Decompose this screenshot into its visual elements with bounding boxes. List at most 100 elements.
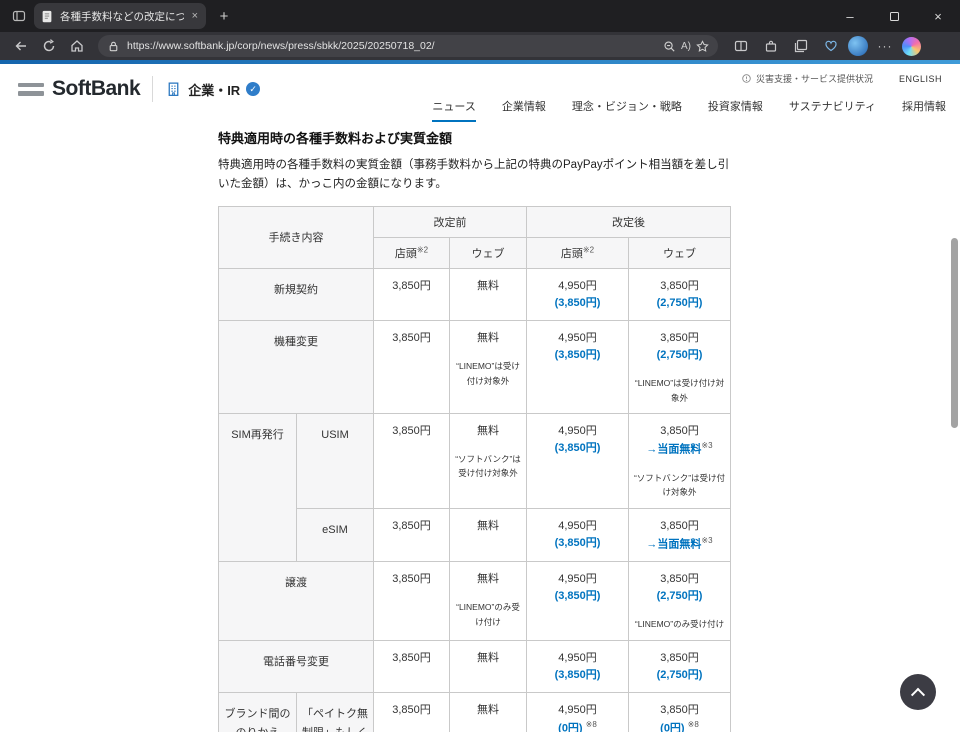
essentials-icon[interactable]: [818, 34, 844, 58]
disaster-support-label: 災害支援・サービス提供状況: [756, 72, 873, 85]
fee-cell: 無料“LINEMO”のみ受け付け: [450, 562, 527, 641]
col-header-store: 店頭※2: [527, 237, 629, 268]
fee-cell: 無料: [450, 508, 527, 562]
table-row: SIM再発行 USIM 3,850円 無料“ソフトバンク”は受け付け対象外 4,…: [219, 414, 731, 509]
table-row: ブランド間ののりかえ※4 「ペイトク無制限」もしくは「ペイトク50」 3,850…: [219, 693, 731, 732]
row-header: 譲渡: [219, 562, 374, 641]
fee-cell: 3,850円(2,750円): [629, 268, 731, 320]
new-tab-button[interactable]: +: [212, 4, 236, 28]
fee-cell: 無料: [450, 693, 527, 732]
page-favicon-icon: [40, 9, 54, 24]
copilot-icon[interactable]: [902, 37, 921, 56]
chevron-up-icon: [911, 688, 925, 702]
fee-cell: 3,850円: [374, 414, 450, 509]
fee-cell: 3,850円: [374, 640, 450, 692]
fee-cell: 3,850円→当面無料※3“ソフトバンク”は受け付け対象外: [629, 414, 731, 509]
col-header-before: 改定前: [374, 206, 527, 237]
col-header-web: ウェブ: [450, 237, 527, 268]
more-menu-button[interactable]: ···: [872, 39, 898, 53]
fee-cell: 3,850円: [374, 321, 450, 414]
corporate-section-label: 企業・IR: [188, 80, 240, 99]
fees-table: 手続き内容 改定前 改定後 店頭※2 ウェブ 店頭※2 ウェブ 新規契約 3,8…: [218, 206, 731, 732]
row-header: ブランド間ののりかえ※4: [219, 693, 297, 732]
fee-cell: 無料: [450, 640, 527, 692]
tab-actions-icon[interactable]: [8, 5, 30, 27]
close-button[interactable]: ×: [916, 0, 960, 32]
disaster-support-link[interactable]: 災害支援・サービス提供状況: [741, 72, 873, 85]
table-row: 譲渡 3,850円 無料“LINEMO”のみ受け付け 4,950円(3,850円…: [219, 562, 731, 641]
row-subheader: USIM: [297, 414, 374, 509]
table-row: 機種変更 3,850円 無料“LINEMO”は受け付け対象外 4,950円(3,…: [219, 321, 731, 414]
section-body: 特典適用時の各種手数料の実質金額（事務手数料から上記の特典のPayPayポイント…: [218, 156, 730, 194]
fee-cell: 3,850円(2,750円)“LINEMO”は受け付け対象外: [629, 321, 731, 414]
article-content: 特典適用時の各種手数料および実質金額 特典適用時の各種手数料の実質金額（事務手数…: [218, 128, 730, 732]
address-bar[interactable]: https://www.softbank.jp/corp/news/press/…: [98, 35, 718, 57]
fee-cell: 3,850円(2,750円): [629, 640, 731, 692]
collections-icon[interactable]: [788, 34, 814, 58]
fee-cell: 3,850円: [374, 562, 450, 641]
site-header: SoftBank 企業・IR ✓ 災害支援・サービス提供状況 ENGLISH ニ…: [0, 64, 960, 116]
scroll-to-top-button[interactable]: [900, 674, 936, 710]
english-link[interactable]: ENGLISH: [899, 74, 942, 84]
table-row: 新規契約 3,850円 無料 4,950円(3,850円) 3,850円(2,7…: [219, 268, 731, 320]
row-subheader: eSIM: [297, 508, 374, 562]
split-screen-icon[interactable]: [728, 34, 754, 58]
zoom-icon[interactable]: [662, 39, 677, 54]
col-header-store: 店頭※2: [374, 237, 450, 268]
fee-cell: 4,950円(3,850円): [527, 268, 629, 320]
row-header: SIM再発行: [219, 414, 297, 562]
nav-recruit[interactable]: 採用情報: [902, 98, 946, 122]
maximize-icon: [890, 12, 899, 21]
nav-company-info[interactable]: 企業情報: [502, 98, 546, 122]
fee-cell: 無料“LINEMO”は受け付け対象外: [450, 321, 527, 414]
header-divider: [152, 76, 153, 102]
col-header-after: 改定後: [527, 206, 731, 237]
title-bar: 各種手数料などの改定について | 企 × + – ×: [0, 0, 960, 32]
section-heading: 特典適用時の各種手数料および実質金額: [218, 128, 730, 147]
building-icon: [165, 81, 182, 98]
back-button[interactable]: [8, 34, 34, 58]
nav-investor-relations[interactable]: 投資家情報: [708, 98, 763, 122]
fee-cell: 3,850円(0円) ※8: [629, 693, 731, 732]
fee-cell: 3,850円: [374, 693, 450, 732]
row-header: 電話番号変更: [219, 640, 374, 692]
fee-cell: 4,950円(0円) ※8: [527, 693, 629, 732]
fee-cell: 無料“ソフトバンク”は受け付け対象外: [450, 414, 527, 509]
profile-avatar[interactable]: [848, 36, 868, 56]
softbank-logo[interactable]: SoftBank: [52, 77, 140, 101]
row-header: 機種変更: [219, 321, 374, 414]
support-icon: [741, 73, 752, 84]
nav-sustainability[interactable]: サステナビリティ: [789, 98, 876, 122]
web-page: SoftBank 企業・IR ✓ 災害支援・サービス提供状況 ENGLISH ニ…: [0, 60, 960, 732]
tab-title: 各種手数料などの改定について | 企: [60, 9, 184, 24]
extensions-icon[interactable]: [758, 34, 784, 58]
fee-cell: 3,850円: [374, 268, 450, 320]
col-header-procedure: 手続き内容: [219, 206, 374, 268]
site-security-lock-icon[interactable]: [106, 39, 121, 54]
fee-cell: 3,850円(2,750円)“LINEMO”のみ受け付け: [629, 562, 731, 641]
softbank-logo-icon: [18, 83, 44, 96]
browser-tab[interactable]: 各種手数料などの改定について | 企 ×: [34, 3, 206, 29]
home-button[interactable]: [64, 34, 90, 58]
refresh-button[interactable]: [36, 34, 62, 58]
fee-cell: 3,850円: [374, 508, 450, 562]
scrollbar-thumb[interactable]: [951, 238, 958, 428]
maximize-button[interactable]: [872, 0, 916, 32]
nav-news[interactable]: ニュース: [432, 98, 475, 122]
url-text[interactable]: https://www.softbank.jp/corp/news/press/…: [127, 40, 656, 52]
read-aloud-icon[interactable]: A): [681, 41, 691, 52]
fee-cell: 4,950円(3,850円): [527, 640, 629, 692]
minimize-button[interactable]: –: [828, 0, 872, 32]
favorite-star-icon[interactable]: [695, 39, 710, 54]
nav-vision-strategy[interactable]: 理念・ビジョン・戦略: [572, 98, 682, 122]
row-subheader: 「ペイトク無制限」もしくは「ペイトク50」: [297, 693, 374, 732]
table-row: 電話番号変更 3,850円 無料 4,950円(3,850円) 3,850円(2…: [219, 640, 731, 692]
fee-cell: 3,850円→当面無料※3: [629, 508, 731, 562]
site-nav: ニュース 企業情報 理念・ビジョン・戦略 投資家情報 サステナビリティ 採用情報: [432, 98, 946, 122]
fee-cell: 4,950円(3,850円): [527, 508, 629, 562]
verified-badge-icon: ✓: [246, 82, 260, 96]
fee-cell: 4,950円(3,850円): [527, 414, 629, 509]
corporate-section-link[interactable]: 企業・IR ✓: [165, 80, 260, 99]
tab-close-icon[interactable]: ×: [190, 10, 200, 22]
fee-cell: 4,950円(3,850円): [527, 562, 629, 641]
